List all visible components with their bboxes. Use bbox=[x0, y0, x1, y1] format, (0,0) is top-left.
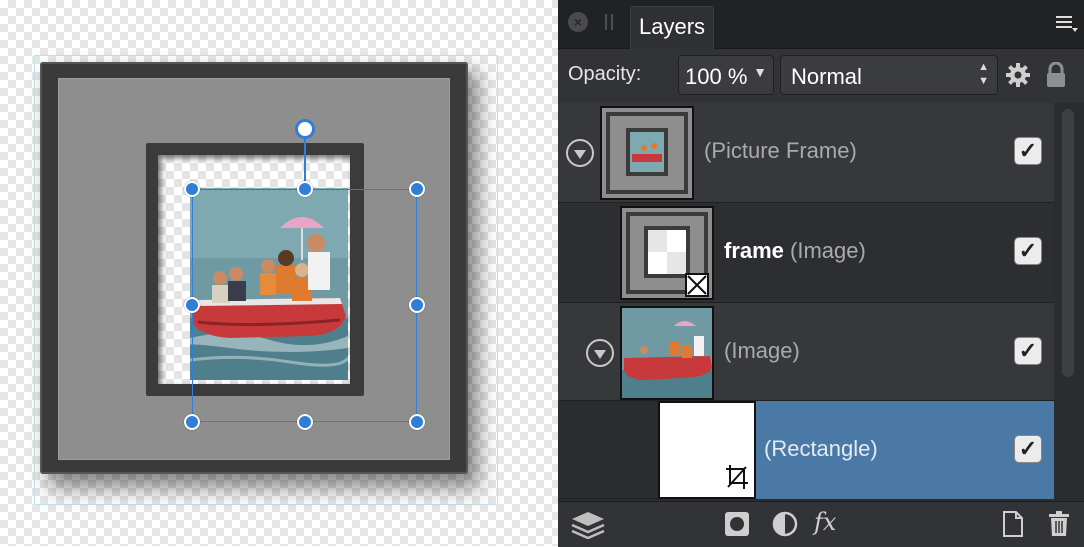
resize-handle-right[interactable] bbox=[409, 297, 425, 313]
layer-thumbnail bbox=[620, 206, 714, 300]
lock-icon[interactable] bbox=[1046, 61, 1066, 88]
selection-bounding-box[interactable] bbox=[192, 189, 417, 422]
resize-handle-bottom[interactable] bbox=[297, 414, 313, 430]
layers-panel: × Layers Opacity: 100 % ▼ Normal ▲ ▼ (Pi… bbox=[558, 0, 1084, 547]
document-canvas[interactable] bbox=[0, 0, 558, 546]
layer-thumbnail bbox=[620, 306, 714, 400]
menu-icon[interactable] bbox=[1056, 14, 1078, 32]
opacity-dropdown[interactable]: 100 % ▼ bbox=[678, 55, 774, 95]
visibility-checkbox[interactable]: ✓ bbox=[1014, 435, 1042, 463]
expand-arrow-icon[interactable] bbox=[586, 339, 614, 367]
opacity-label: Opacity: bbox=[568, 63, 642, 85]
trash-icon[interactable] bbox=[1048, 511, 1074, 537]
close-icon[interactable]: × bbox=[568, 12, 588, 32]
layer-name-rectangle[interactable]: (Rectangle) bbox=[764, 436, 878, 462]
drag-grip-icon[interactable] bbox=[605, 14, 615, 34]
resize-handle-top-right[interactable] bbox=[409, 181, 425, 197]
fx-label[interactable]: fx bbox=[814, 508, 836, 536]
chevron-down-icon[interactable]: ▼ bbox=[753, 64, 767, 80]
layer-options-bar: Opacity: 100 % ▼ Normal ▲ ▼ bbox=[558, 49, 1084, 103]
resize-handle-top[interactable] bbox=[297, 181, 313, 197]
layer-label-frame[interactable]: frame bbox=[724, 238, 784, 263]
layer-row-image[interactable]: (Image) ✓ bbox=[558, 303, 1054, 401]
layer-name-frame-image[interactable]: frame (Image) bbox=[724, 238, 866, 264]
layer-name-picture-frame[interactable]: (Picture Frame) bbox=[704, 138, 857, 164]
resize-handle-top-left[interactable] bbox=[184, 181, 200, 197]
resize-handle-bottom-left[interactable] bbox=[184, 414, 200, 430]
layer-list-scrollbar[interactable] bbox=[1062, 109, 1074, 377]
opacity-value[interactable]: 100 % bbox=[685, 64, 747, 90]
layer-row-rectangle[interactable]: (Rectangle) ✓ bbox=[558, 401, 1054, 499]
add-layer-icon[interactable] bbox=[1002, 511, 1028, 537]
blend-mode-select[interactable]: Normal ▲ ▼ bbox=[780, 55, 998, 95]
resize-handle-left[interactable] bbox=[184, 297, 200, 313]
expand-arrow-icon[interactable] bbox=[566, 139, 594, 167]
visibility-checkbox[interactable]: ✓ bbox=[1014, 337, 1042, 365]
panel-header: × Layers bbox=[558, 0, 1084, 49]
stepper-arrows-icon[interactable]: ▲ ▼ bbox=[978, 60, 989, 88]
panel-footer: fx bbox=[558, 501, 1084, 547]
layer-name-image[interactable]: (Image) bbox=[724, 338, 800, 364]
visibility-checkbox[interactable]: ✓ bbox=[1014, 137, 1042, 165]
layer-thumbnail bbox=[600, 106, 694, 200]
layer-list: (Picture Frame) ✓ frame (Image) ✓ (Image… bbox=[558, 103, 1084, 501]
fx-icon[interactable]: fx bbox=[814, 508, 836, 536]
layer-row-picture-frame[interactable]: (Picture Frame) ✓ bbox=[558, 103, 1054, 203]
rotation-handle[interactable] bbox=[295, 119, 315, 139]
tab-layers[interactable]: Layers bbox=[630, 6, 715, 49]
layer-type-image[interactable]: (Image) bbox=[790, 238, 866, 263]
layer-row-frame-image[interactable]: frame (Image) ✓ bbox=[558, 203, 1054, 303]
visibility-checkbox[interactable]: ✓ bbox=[1014, 237, 1042, 265]
resize-handle-bottom-right[interactable] bbox=[409, 414, 425, 430]
layers-icon[interactable] bbox=[570, 511, 606, 540]
gear-icon[interactable] bbox=[1006, 63, 1030, 87]
adjustment-icon[interactable] bbox=[772, 511, 798, 537]
mask-icon[interactable] bbox=[724, 511, 750, 537]
layer-thumbnail bbox=[658, 401, 756, 499]
blend-mode-value[interactable]: Normal bbox=[791, 64, 862, 90]
